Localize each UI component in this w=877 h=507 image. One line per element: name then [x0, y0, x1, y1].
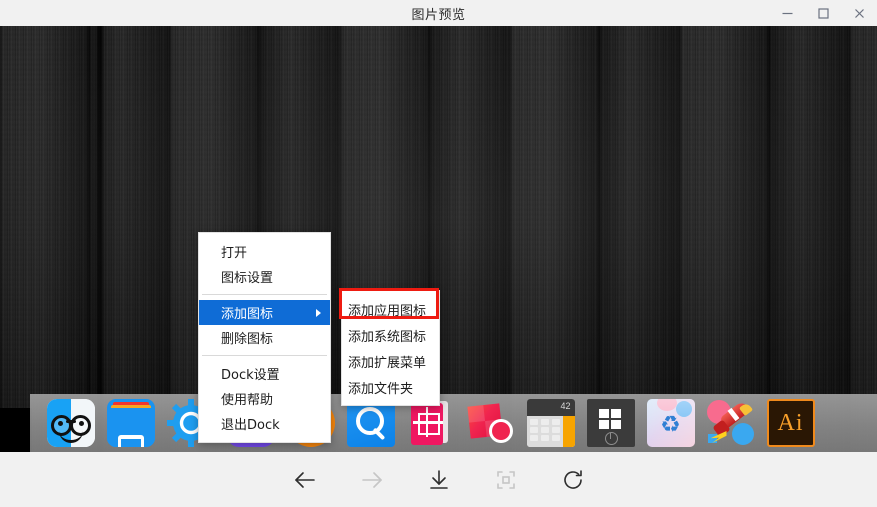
menu-item-label: 退出Dock: [221, 418, 280, 433]
dock-item-illustrator[interactable]: Ai: [764, 397, 817, 450]
dock-item-calculator[interactable]: 42: [524, 397, 577, 450]
menu-item-label: 打开: [221, 246, 248, 261]
dock-item-color-picker[interactable]: [464, 397, 517, 450]
photo-black-band: [0, 408, 32, 452]
dock-context-menu: 打开 图标设置 添加图标 删除图标 Dock设置 使用帮助 退出Dock: [198, 232, 331, 443]
maximize-button[interactable]: [805, 0, 841, 26]
close-button[interactable]: [841, 0, 877, 26]
fit-screen-button[interactable]: [489, 463, 523, 497]
windows-start-icon: [586, 399, 635, 447]
dock-item-file-drawer[interactable]: [104, 397, 157, 450]
color-picker-icon: [466, 399, 515, 447]
dock-item-nerd-face[interactable]: [44, 397, 97, 450]
window-title: 图片预览: [411, 7, 466, 23]
dock-item-recycle-bin[interactable]: ♻: [644, 397, 697, 450]
submenu-item-label: 添加系统图标: [348, 329, 427, 345]
image-preview-window: 图片预览 42 ♻ Ai 打开 图标设置 添加图标 删除图标 Dock设置 使用…: [0, 0, 877, 507]
calculator-icon: 42: [526, 399, 575, 447]
chevron-right-icon: [316, 308, 321, 317]
dock-item-windows-start[interactable]: [584, 397, 637, 450]
rotate-button[interactable]: [556, 463, 590, 497]
menu-item-label: Dock设置: [221, 368, 280, 383]
window-controls: [769, 0, 877, 26]
menu-item-label: 添加图标: [221, 307, 274, 322]
submenu-item-add-extension-menu[interactable]: 添加扩展菜单: [342, 348, 439, 374]
image-canvas: 24°: [0, 26, 877, 452]
forward-button[interactable]: [355, 463, 389, 497]
menu-item-label: 删除图标: [221, 332, 274, 347]
menu-separator: [202, 355, 327, 356]
nerd-face-icon: [46, 399, 95, 447]
menu-separator: [202, 294, 327, 295]
menu-item-help[interactable]: 使用帮助: [199, 386, 330, 411]
menu-item-delete-icon[interactable]: 删除图标: [199, 325, 330, 350]
menu-item-add-icon[interactable]: 添加图标: [199, 300, 330, 325]
rocket-icon: [706, 399, 755, 447]
download-button[interactable]: [422, 463, 456, 497]
menu-item-label: 图标设置: [221, 271, 274, 286]
dock-bar: 24°: [30, 394, 877, 452]
menu-item-exit-dock[interactable]: 退出Dock: [199, 411, 330, 436]
submenu-item-add-system-icon[interactable]: 添加系统图标: [342, 322, 439, 348]
menu-item-dock-settings[interactable]: Dock设置: [199, 361, 330, 386]
submenu-item-add-app-icon[interactable]: 添加应用图标: [342, 296, 439, 322]
menu-item-open[interactable]: 打开: [199, 239, 330, 264]
illustrator-icon: Ai: [766, 399, 815, 447]
submenu-item-label: 添加扩展菜单: [348, 355, 427, 371]
title-bar: 图片预览: [0, 0, 877, 26]
preview-toolbar: [0, 452, 877, 507]
menu-item-label: 使用帮助: [221, 393, 274, 408]
minimize-button[interactable]: [769, 0, 805, 26]
recycle-bin-icon: ♻: [646, 399, 695, 447]
add-icon-submenu: 添加应用图标 添加系统图标 添加扩展菜单 添加文件夹: [341, 290, 440, 406]
submenu-item-label: 添加应用图标: [348, 303, 427, 319]
calculator-display-value: 42: [560, 401, 571, 411]
menu-item-icon-settings[interactable]: 图标设置: [199, 264, 330, 289]
file-drawer-icon: [106, 399, 155, 447]
crop-icon: [407, 399, 455, 447]
submenu-item-add-folder[interactable]: 添加文件夹: [342, 374, 439, 400]
dock-item-rocket[interactable]: [704, 397, 757, 450]
back-button[interactable]: [288, 463, 322, 497]
illustrator-label: Ai: [777, 409, 804, 436]
submenu-item-label: 添加文件夹: [348, 381, 414, 397]
search-icon: [346, 399, 395, 447]
